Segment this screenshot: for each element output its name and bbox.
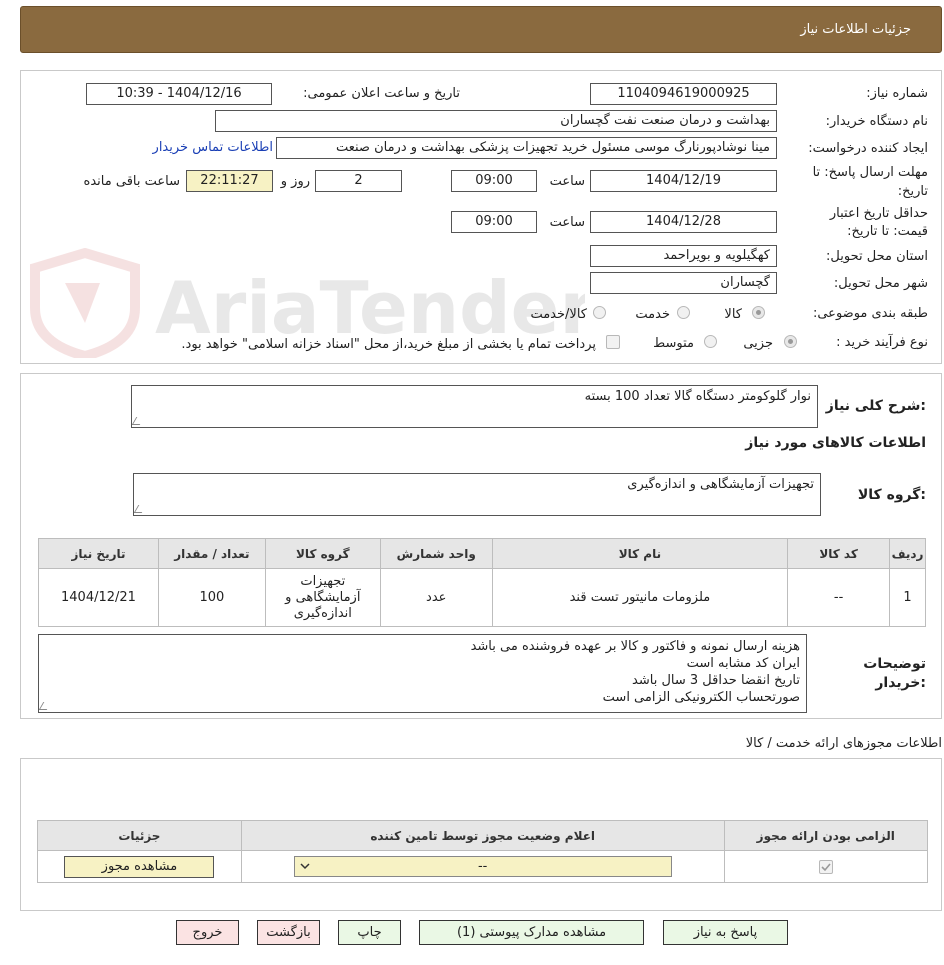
permit-status-select[interactable]: -- xyxy=(293,856,672,877)
cell-code: -- xyxy=(787,568,891,627)
deadline-label-line1: مهلت ارسال پاسخ: تا xyxy=(812,165,928,180)
cell-unit: عدد xyxy=(379,568,493,627)
col-unit: واحد شمارش xyxy=(379,538,493,569)
col-row: ردیف xyxy=(889,538,926,569)
chevron-down-icon xyxy=(299,857,311,882)
buyer-notes-label-line1: توضیحات xyxy=(863,656,926,672)
validity-label-line2: قیمت: تا تاریخ: xyxy=(847,224,928,239)
cell-permit-details: مشاهده مجوز xyxy=(37,850,242,883)
permits-table: الزامی بودن ارائه مجوز اعلام وضعیت مجوز … xyxy=(37,820,929,883)
buyer-notes-label-line2: خریدار: xyxy=(875,675,926,691)
goods-group-text: تجهیزات آزمایشگاهی و اندازه‌گیری xyxy=(627,477,814,492)
col-date: تاریخ نیاز xyxy=(38,538,159,569)
remaining-time-label: ساعت باقی مانده xyxy=(83,174,180,189)
col-permit-required: الزامی بودن ارائه مجوز xyxy=(723,820,929,851)
resize-grip-icon[interactable] xyxy=(134,505,147,513)
exit-button[interactable]: خروج xyxy=(176,920,239,945)
deadline-days-field: 2 xyxy=(315,170,402,192)
city-label: شهر محل تحویل: xyxy=(833,276,928,291)
purchase-option-medium: متوسط xyxy=(653,336,694,351)
category-radio-goods[interactable] xyxy=(752,306,765,319)
cell-permit-required xyxy=(723,850,929,883)
col-permit-status: اعلام وضعیت مجوز توسط تامین کننده xyxy=(240,820,725,851)
cell-name: ملزومات مانیتور تست قند xyxy=(491,568,789,627)
cell-qty: 100 xyxy=(157,568,266,627)
remaining-time-field: 22:11:27 xyxy=(186,170,273,192)
need-number-label: شماره نیاز: xyxy=(866,86,928,101)
validity-date-field: 1404/12/28 xyxy=(590,211,777,233)
resize-grip-icon[interactable] xyxy=(132,417,145,425)
deadline-time-label: ساعت xyxy=(549,174,585,189)
goods-info-title: اطلاعات کالاهای مورد نیاز xyxy=(745,435,926,451)
permit-status-select-value: -- xyxy=(477,859,488,874)
summary-textarea[interactable]: نوار گلوکومتر دستگاه گالا تعداد 100 بسته xyxy=(131,385,818,428)
announce-datetime-field: 1404/12/16 - 10:39 xyxy=(86,83,272,105)
buyer-note-line: تاریخ انقضا حداقل 3 سال باشد xyxy=(632,673,800,688)
goods-group-textarea[interactable]: تجهیزات آزمایشگاهی و اندازه‌گیری xyxy=(133,473,821,516)
cell-group: تجهیزات آزمایشگاهی و اندازه‌گیری xyxy=(264,568,381,627)
treasury-note: پرداخت تمام یا بخشی از مبلغ خرید،از محل … xyxy=(181,337,596,352)
need-number-field: 1104094619000925 xyxy=(590,83,777,105)
buyer-contact-link[interactable]: اطلاعات تماس خریدار xyxy=(153,140,273,155)
category-option-both: کالا/خدمت xyxy=(530,307,587,322)
col-code: کد کالا xyxy=(787,538,891,569)
buyer-org-label: نام دستگاه خریدار: xyxy=(825,114,928,129)
purchase-option-minor: جزیی xyxy=(743,336,773,351)
category-option-goods: کالا xyxy=(724,307,742,322)
back-button[interactable]: بازگشت xyxy=(257,920,320,945)
summary-text: نوار گلوکومتر دستگاه گالا تعداد 100 بسته xyxy=(584,389,811,404)
category-radio-both[interactable] xyxy=(593,306,606,319)
purchase-radio-minor[interactable] xyxy=(784,335,797,348)
permits-table-header: الزامی بودن ارائه مجوز اعلام وضعیت مجوز … xyxy=(37,820,929,851)
permits-title: اطلاعات مجوزهای ارائه خدمت / کالا xyxy=(745,736,942,751)
validity-label-line1: حداقل تاریخ اعتبار xyxy=(829,206,928,221)
province-label: استان محل تحویل: xyxy=(826,249,928,264)
cell-date: 1404/12/21 xyxy=(38,568,159,627)
requester-label: ایجاد کننده درخواست: xyxy=(808,141,928,156)
table-row: 1 -- ملزومات مانیتور تست قند عدد تجهیزات… xyxy=(38,568,926,627)
col-permit-details: جزئیات xyxy=(37,820,242,851)
col-qty: تعداد / مقدار xyxy=(157,538,266,569)
cell-row: 1 xyxy=(889,568,926,627)
buyer-note-line: صورتحساب الکترونیکی الزامی است xyxy=(602,690,800,705)
buyer-notes-textarea[interactable]: هزینه ارسال نمونه و فاکتور و کالا بر عهد… xyxy=(38,634,807,713)
col-group: گروه کالا xyxy=(264,538,381,569)
category-radio-service[interactable] xyxy=(677,306,690,319)
goods-table-header: ردیف کد کالا نام کالا واحد شمارش گروه کا… xyxy=(38,538,926,569)
announce-datetime-label: تاریخ و ساعت اعلان عمومی: xyxy=(303,86,460,101)
print-button[interactable]: چاپ xyxy=(338,920,401,945)
deadline-time-field: 09:00 xyxy=(451,170,537,192)
page-header: جزئیات اطلاعات نیاز xyxy=(20,6,942,53)
deadline-days-label: روز و xyxy=(280,174,310,189)
purchase-type-label: نوع فرآیند خرید : xyxy=(836,335,928,350)
validity-time-field: 09:00 xyxy=(451,211,537,233)
table-row: -- مشاهده مجوز xyxy=(37,850,929,883)
purchase-radio-medium[interactable] xyxy=(704,335,717,348)
col-name: نام کالا xyxy=(491,538,789,569)
permit-required-checkbox[interactable] xyxy=(818,859,833,874)
view-permit-button[interactable]: مشاهده مجوز xyxy=(64,855,215,878)
attachments-button[interactable]: مشاهده مدارک پیوستی (1) xyxy=(419,920,644,945)
cell-permit-status: -- xyxy=(240,850,725,883)
summary-label: شرح کلی نیاز: xyxy=(825,398,926,414)
category-option-service: خدمت xyxy=(635,307,670,322)
resize-grip-icon[interactable] xyxy=(39,702,52,710)
page-title: جزئیات اطلاعات نیاز xyxy=(800,22,911,37)
buyer-note-line: هزینه ارسال نمونه و فاکتور و کالا بر عهد… xyxy=(470,639,800,654)
province-field: کهگیلویه و بویراحمد xyxy=(590,245,777,267)
city-field: گچساران xyxy=(590,272,777,294)
buyer-org-field: بهداشت و درمان صنعت نفت گچساران xyxy=(215,110,777,132)
deadline-date-field: 1404/12/19 xyxy=(590,170,777,192)
buyer-note-line: ایران کد مشابه است xyxy=(686,656,800,671)
validity-time-label: ساعت xyxy=(549,215,585,230)
reply-button[interactable]: پاسخ به نیاز xyxy=(663,920,788,945)
deadline-label-line2: تاریخ: xyxy=(897,184,928,199)
treasury-checkbox[interactable] xyxy=(606,335,620,349)
requester-field: مینا نوشادپورنارگ موسی مسئول خرید تجهیزا… xyxy=(276,137,777,159)
category-label: طبقه بندی موضوعی: xyxy=(812,306,928,321)
goods-group-label: گروه کالا: xyxy=(857,487,926,503)
goods-table: ردیف کد کالا نام کالا واحد شمارش گروه کا… xyxy=(38,538,926,627)
